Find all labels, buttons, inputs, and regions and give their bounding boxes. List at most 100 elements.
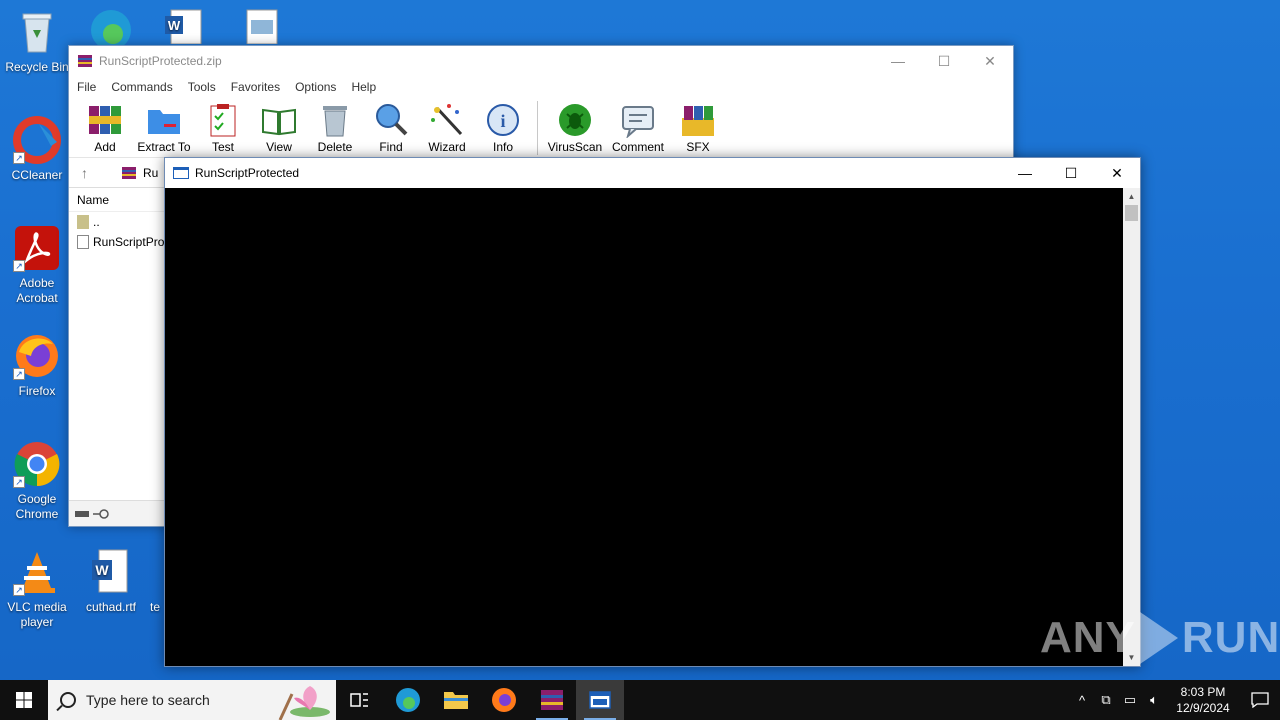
minimize-button[interactable]: — [875, 46, 921, 76]
info-button[interactable]: i Info [475, 102, 531, 157]
task-view-icon [350, 693, 368, 707]
maximize-button[interactable]: ☐ [921, 46, 967, 76]
taskbar: Type here to search ^ ⧉ ▭ 🔈︎ 8:03 PM 12/… [0, 680, 1280, 720]
desktop-icon-google-chrome[interactable]: ↗ Google Chrome [0, 440, 74, 522]
sfx-label: SFX [686, 140, 710, 154]
clock[interactable]: 8:03 PM 12/9/2024 [1166, 684, 1240, 716]
menu-options[interactable]: Options [295, 80, 336, 94]
menu-favorites[interactable]: Favorites [231, 80, 280, 94]
view-button[interactable]: View [251, 102, 307, 157]
info-icon: i [485, 102, 521, 138]
menu-file[interactable]: File [77, 80, 96, 94]
winrar-app-icon [77, 53, 93, 69]
close-button[interactable]: ✕ [1094, 158, 1140, 188]
clock-date: 12/9/2024 [1176, 701, 1230, 715]
adobe-acrobat-icon: ↗ [13, 224, 61, 272]
shortcut-arrow-icon: ↗ [13, 260, 25, 272]
desktop-icon-label: Recycle Bin [5, 60, 69, 74]
menu-help[interactable]: Help [351, 80, 376, 94]
notification-button[interactable] [1240, 692, 1280, 708]
add-button[interactable]: Add [77, 102, 133, 157]
desktop-icon-label: Firefox [18, 384, 56, 398]
menu-tools[interactable]: Tools [188, 80, 216, 94]
scroll-thumb[interactable] [1125, 205, 1138, 221]
find-button[interactable]: Find [363, 102, 419, 157]
close-button[interactable]: ✕ [967, 46, 1013, 76]
desktop-icon-partial[interactable]: te [150, 600, 164, 615]
task-view-button[interactable] [336, 680, 384, 720]
desktop-icon-firefox[interactable]: ↗ Firefox [0, 332, 74, 399]
taskbar-winrar[interactable] [528, 680, 576, 720]
wizard-label: Wizard [428, 140, 466, 154]
network-icon[interactable]: ▭ [1118, 692, 1142, 708]
svg-text:W: W [168, 18, 181, 33]
search-placeholder: Type here to search [86, 692, 210, 708]
taskbar-console[interactable] [576, 680, 624, 720]
word-document-icon: W [87, 548, 135, 596]
winrar-titlebar[interactable]: RunScriptProtected.zip — ☐ ✕ [69, 46, 1013, 76]
desktop-icon-recycle-bin[interactable]: Recycle Bin [0, 8, 74, 75]
desktop-icon-label: cuthad.rtf [85, 600, 137, 614]
delete-label: Delete [317, 140, 353, 154]
up-arrow-icon[interactable]: ↑ [81, 165, 97, 181]
virusscan-button[interactable]: VirusScan [544, 102, 606, 157]
taskbar-file-explorer[interactable] [432, 680, 480, 720]
volume-icon[interactable]: 🔈︎ [1142, 692, 1166, 708]
desktop-icon-label: te [150, 600, 161, 614]
desktop-icon-vlc[interactable]: ↗ VLC media player [0, 548, 74, 630]
console-titlebar[interactable]: RunScriptProtected — ☐ ✕ [165, 158, 1140, 188]
taskbar-firefox[interactable] [480, 680, 528, 720]
maximize-button[interactable]: ☐ [1048, 158, 1094, 188]
wizard-button[interactable]: Wizard [419, 102, 475, 157]
desktop-icon-ccleaner[interactable]: ↗ CCleaner [0, 116, 74, 183]
minimize-button[interactable]: — [1002, 158, 1048, 188]
console-output[interactable] [165, 188, 1124, 666]
system-tray: ^ ⧉ ▭ 🔈︎ 8:03 PM 12/9/2024 [1070, 680, 1280, 720]
magnifier-icon [373, 102, 409, 138]
delete-button[interactable]: Delete [307, 102, 363, 157]
watermark-left: ANY [1040, 613, 1136, 662]
comment-button[interactable]: Comment [606, 102, 670, 157]
firefox-icon [492, 688, 516, 712]
shortcut-arrow-icon: ↗ [13, 476, 25, 488]
clock-time: 8:03 PM [1180, 685, 1226, 699]
taskbar-search[interactable]: Type here to search [48, 680, 336, 720]
shortcut-arrow-icon: ↗ [13, 152, 25, 164]
network-adapter-icon[interactable]: ⧉ [1094, 692, 1118, 708]
desktop-icon-label: Google Chrome [15, 492, 59, 521]
shortcut-arrow-icon: ↗ [13, 368, 25, 380]
firefox-icon: ↗ [13, 332, 61, 380]
menu-commands[interactable]: Commands [111, 80, 172, 94]
winrar-archive-icon [122, 166, 136, 179]
folder-icon [444, 692, 468, 709]
test-label: Test [211, 140, 234, 154]
info-label: Info [492, 140, 513, 154]
extract-to-button[interactable]: Extract To [133, 102, 195, 157]
desktop-icon-cuthad-rtf[interactable]: W cuthad.rtf [74, 548, 148, 615]
test-button[interactable]: Test [195, 102, 251, 157]
desktop-icon-adobe-acrobat[interactable]: ↗ Adobe Acrobat [0, 224, 74, 306]
comment-icon [620, 102, 656, 139]
scroll-up-icon[interactable]: ▲ [1123, 188, 1140, 205]
archive-path[interactable]: Ru [121, 165, 158, 181]
chevron-up-icon[interactable]: ^ [1070, 693, 1094, 708]
anyrun-watermark: ANY RUN [1040, 612, 1280, 664]
notification-icon [1251, 692, 1269, 708]
view-label: View [266, 140, 292, 154]
edge-icon [396, 688, 420, 712]
vertical-scrollbar[interactable]: ▲ ▼ [1123, 188, 1140, 666]
start-button[interactable] [0, 680, 48, 720]
taskbar-edge[interactable] [384, 680, 432, 720]
play-icon [1139, 612, 1178, 664]
toolbar-separator [537, 101, 538, 155]
archive-path-text: Ru [143, 165, 159, 180]
sfx-button[interactable]: SFX [670, 102, 726, 157]
vlc-icon: ↗ [13, 548, 61, 596]
chrome-icon: ↗ [13, 440, 61, 488]
shortcut-arrow-icon: ↗ [13, 584, 25, 596]
file-name: .. [93, 215, 100, 229]
winrar-toolbar: Add Extract To Test View Delete Find Wiz… [69, 98, 1013, 158]
desktop-icon-label: CCleaner [11, 168, 63, 182]
winrar-icon [541, 690, 563, 710]
console-title: RunScriptProtected [195, 166, 300, 180]
